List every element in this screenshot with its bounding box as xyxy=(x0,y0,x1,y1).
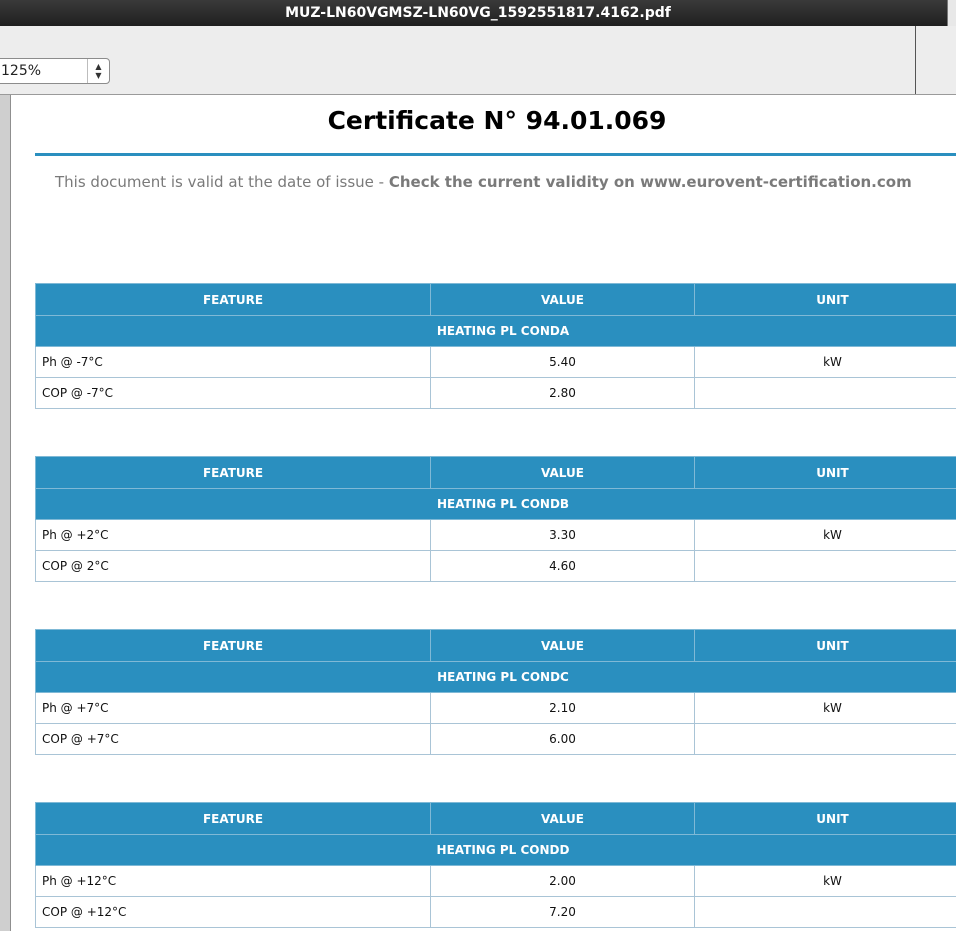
menu-bar xyxy=(0,26,956,51)
value-header: VALUE xyxy=(430,629,695,662)
updown-arrows-icon[interactable]: ▲ ▼ xyxy=(87,59,109,83)
feature-table: FEATURE VALUE UNIT HEATING PL CONDB Ph @… xyxy=(35,456,956,582)
toolbar-separator xyxy=(915,26,916,94)
unit-cell xyxy=(694,550,956,582)
feature-cell: COP @ +7°C xyxy=(35,723,431,755)
window-corner xyxy=(947,0,956,26)
table-row: COP @ -7°C 2.80 xyxy=(35,377,956,409)
feature-cell: Ph @ +2°C xyxy=(35,519,431,551)
section-row: HEATING PL CONDA xyxy=(35,315,956,347)
value-header: VALUE xyxy=(430,802,695,835)
table-row: COP @ +7°C 6.00 xyxy=(35,723,956,755)
value-cell: 4.60 xyxy=(430,550,695,582)
section-title: HEATING PL CONDC xyxy=(35,661,956,693)
table-header-row: FEATURE VALUE UNIT xyxy=(35,802,956,835)
section-title: HEATING PL CONDD xyxy=(35,834,956,866)
unit-cell xyxy=(694,723,956,755)
unit-cell xyxy=(694,377,956,409)
feature-cell: COP @ -7°C xyxy=(35,377,431,409)
feature-cell: Ph @ +7°C xyxy=(35,692,431,724)
value-cell: 2.10 xyxy=(430,692,695,724)
feature-table: FEATURE VALUE UNIT HEATING PL CONDC Ph @… xyxy=(35,629,956,755)
value-cell: 5.40 xyxy=(430,346,695,378)
section-row: HEATING PL CONDB xyxy=(35,488,956,520)
unit-header: UNIT xyxy=(694,802,956,835)
unit-cell: kW xyxy=(694,519,956,551)
table-row: COP @ 2°C 4.60 xyxy=(35,550,956,582)
feature-table: FEATURE VALUE UNIT HEATING PL CONDD Ph @… xyxy=(35,802,956,928)
feature-cell: Ph @ -7°C xyxy=(35,346,431,378)
validity-note: This document is valid at the date of is… xyxy=(55,173,955,191)
unit-header: UNIT xyxy=(694,283,956,316)
window-titlebar: MUZ-LN60VGMSZ-LN60VG_1592551817.4162.pdf xyxy=(0,0,956,26)
value-cell: 7.20 xyxy=(430,896,695,928)
window-title: MUZ-LN60VGMSZ-LN60VG_1592551817.4162.pdf xyxy=(285,5,671,21)
table-row: COP @ +12°C 7.20 xyxy=(35,896,956,928)
value-cell: 2.80 xyxy=(430,377,695,409)
value-cell: 2.00 xyxy=(430,865,695,897)
unit-cell: kW xyxy=(694,346,956,378)
unit-header: UNIT xyxy=(694,456,956,489)
unit-cell: kW xyxy=(694,692,956,724)
feature-cell: COP @ +12°C xyxy=(35,896,431,928)
feature-header: FEATURE xyxy=(35,283,431,316)
sidebar-gutter xyxy=(0,95,11,931)
zoom-select[interactable]: 125% ▲ ▼ xyxy=(0,58,110,84)
title-rule xyxy=(35,153,956,156)
unit-cell: kW xyxy=(694,865,956,897)
feature-table: FEATURE VALUE UNIT HEATING PL CONDA Ph @… xyxy=(35,283,956,409)
unit-cell xyxy=(694,896,956,928)
section-row: HEATING PL CONDC xyxy=(35,661,956,693)
value-header: VALUE xyxy=(430,283,695,316)
value-cell: 3.30 xyxy=(430,519,695,551)
table-header-row: FEATURE VALUE UNIT xyxy=(35,629,956,662)
value-cell: 6.00 xyxy=(430,723,695,755)
table-row: Ph @ -7°C 5.40 kW xyxy=(35,346,956,378)
value-header: VALUE xyxy=(430,456,695,489)
validity-prefix: This document is valid at the date of is… xyxy=(55,173,389,191)
feature-cell: COP @ 2°C xyxy=(35,550,431,582)
feature-cell: Ph @ +12°C xyxy=(35,865,431,897)
zoom-value: 125% xyxy=(1,63,42,79)
table-row: Ph @ +7°C 2.10 kW xyxy=(35,692,956,724)
table-row: Ph @ +12°C 2.00 kW xyxy=(35,865,956,897)
section-title: HEATING PL CONDA xyxy=(35,315,956,347)
feature-header: FEATURE xyxy=(35,629,431,662)
feature-header: FEATURE xyxy=(35,456,431,489)
section-row: HEATING PL CONDD xyxy=(35,834,956,866)
table-row: Ph @ +2°C 3.30 kW xyxy=(35,519,956,551)
validity-link-text: Check the current validity on www.eurove… xyxy=(388,173,912,191)
section-title: HEATING PL CONDB xyxy=(35,488,956,520)
toolbar xyxy=(0,50,956,95)
feature-header: FEATURE xyxy=(35,802,431,835)
certificate-title: Certificate N° 94.01.069 xyxy=(327,106,667,135)
table-header-row: FEATURE VALUE UNIT xyxy=(35,283,956,316)
table-header-row: FEATURE VALUE UNIT xyxy=(35,456,956,489)
unit-header: UNIT xyxy=(694,629,956,662)
